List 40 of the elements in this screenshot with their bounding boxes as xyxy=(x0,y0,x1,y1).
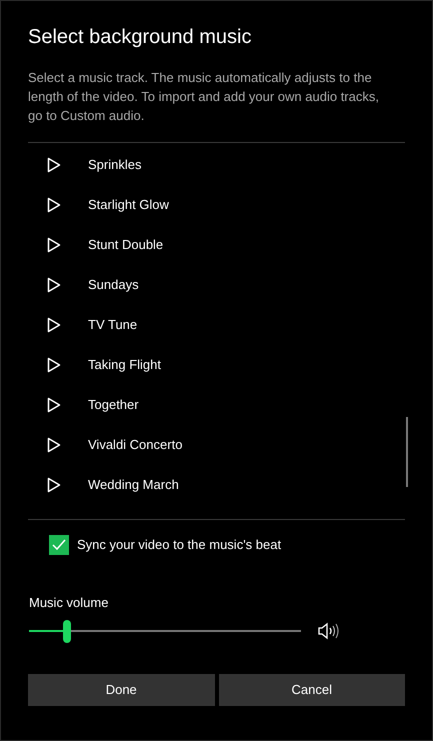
track-item[interactable]: Sundays xyxy=(1,265,432,305)
cancel-button[interactable]: Cancel xyxy=(218,674,405,706)
checkbox[interactable] xyxy=(49,535,69,555)
track-item[interactable]: Starlight Glow xyxy=(1,185,432,225)
play-icon[interactable] xyxy=(47,157,61,173)
track-name: Taking Flight xyxy=(88,356,161,374)
track-item[interactable]: Wedding March xyxy=(1,465,432,505)
speaker-icon[interactable] xyxy=(318,622,340,640)
play-icon[interactable] xyxy=(47,437,61,453)
track-name: Stunt Double xyxy=(88,236,164,254)
play-icon[interactable] xyxy=(47,477,61,493)
sync-checkbox[interactable]: Sync your video to the music's beat xyxy=(49,535,432,555)
volume-slider[interactable] xyxy=(29,618,301,642)
check-icon xyxy=(52,539,66,551)
track-item[interactable]: TV Tune xyxy=(1,305,432,345)
track-name: Sundays xyxy=(88,276,139,294)
play-icon[interactable] xyxy=(47,397,61,413)
scrollbar[interactable] xyxy=(406,417,408,487)
track-name: Wedding March xyxy=(88,476,179,494)
slider-thumb[interactable] xyxy=(63,620,72,642)
track-name: TV Tune xyxy=(88,316,138,334)
play-icon[interactable] xyxy=(47,277,61,293)
dialog-title: Select background music xyxy=(28,25,252,50)
play-icon[interactable] xyxy=(47,317,61,333)
play-icon[interactable] xyxy=(47,237,61,253)
track-name: Together xyxy=(88,396,139,414)
description: Select a music track. The music automatically adjusts to the length of the video. To import and add your own audio tracks, go to Custom audio. xyxy=(28,69,380,125)
track-item[interactable]: Vivaldi Concerto xyxy=(1,425,432,465)
track-name: Starlight Glow xyxy=(88,196,169,214)
track-item[interactable]: Stunt Double xyxy=(1,225,432,265)
track-item[interactable]: Together xyxy=(1,385,432,425)
track-name: Vivaldi Concerto xyxy=(88,436,182,454)
track-item[interactable]: Taking Flight xyxy=(1,345,432,385)
play-icon[interactable] xyxy=(47,357,61,373)
volume-label: Music volume xyxy=(29,594,110,612)
done-button[interactable]: Done xyxy=(28,674,214,706)
track-name: Sprinkles xyxy=(88,156,142,174)
track-item[interactable]: Sprinkles xyxy=(1,145,432,185)
sync-label: Sync your video to the music's beat xyxy=(77,536,282,554)
play-icon[interactable] xyxy=(47,197,61,213)
